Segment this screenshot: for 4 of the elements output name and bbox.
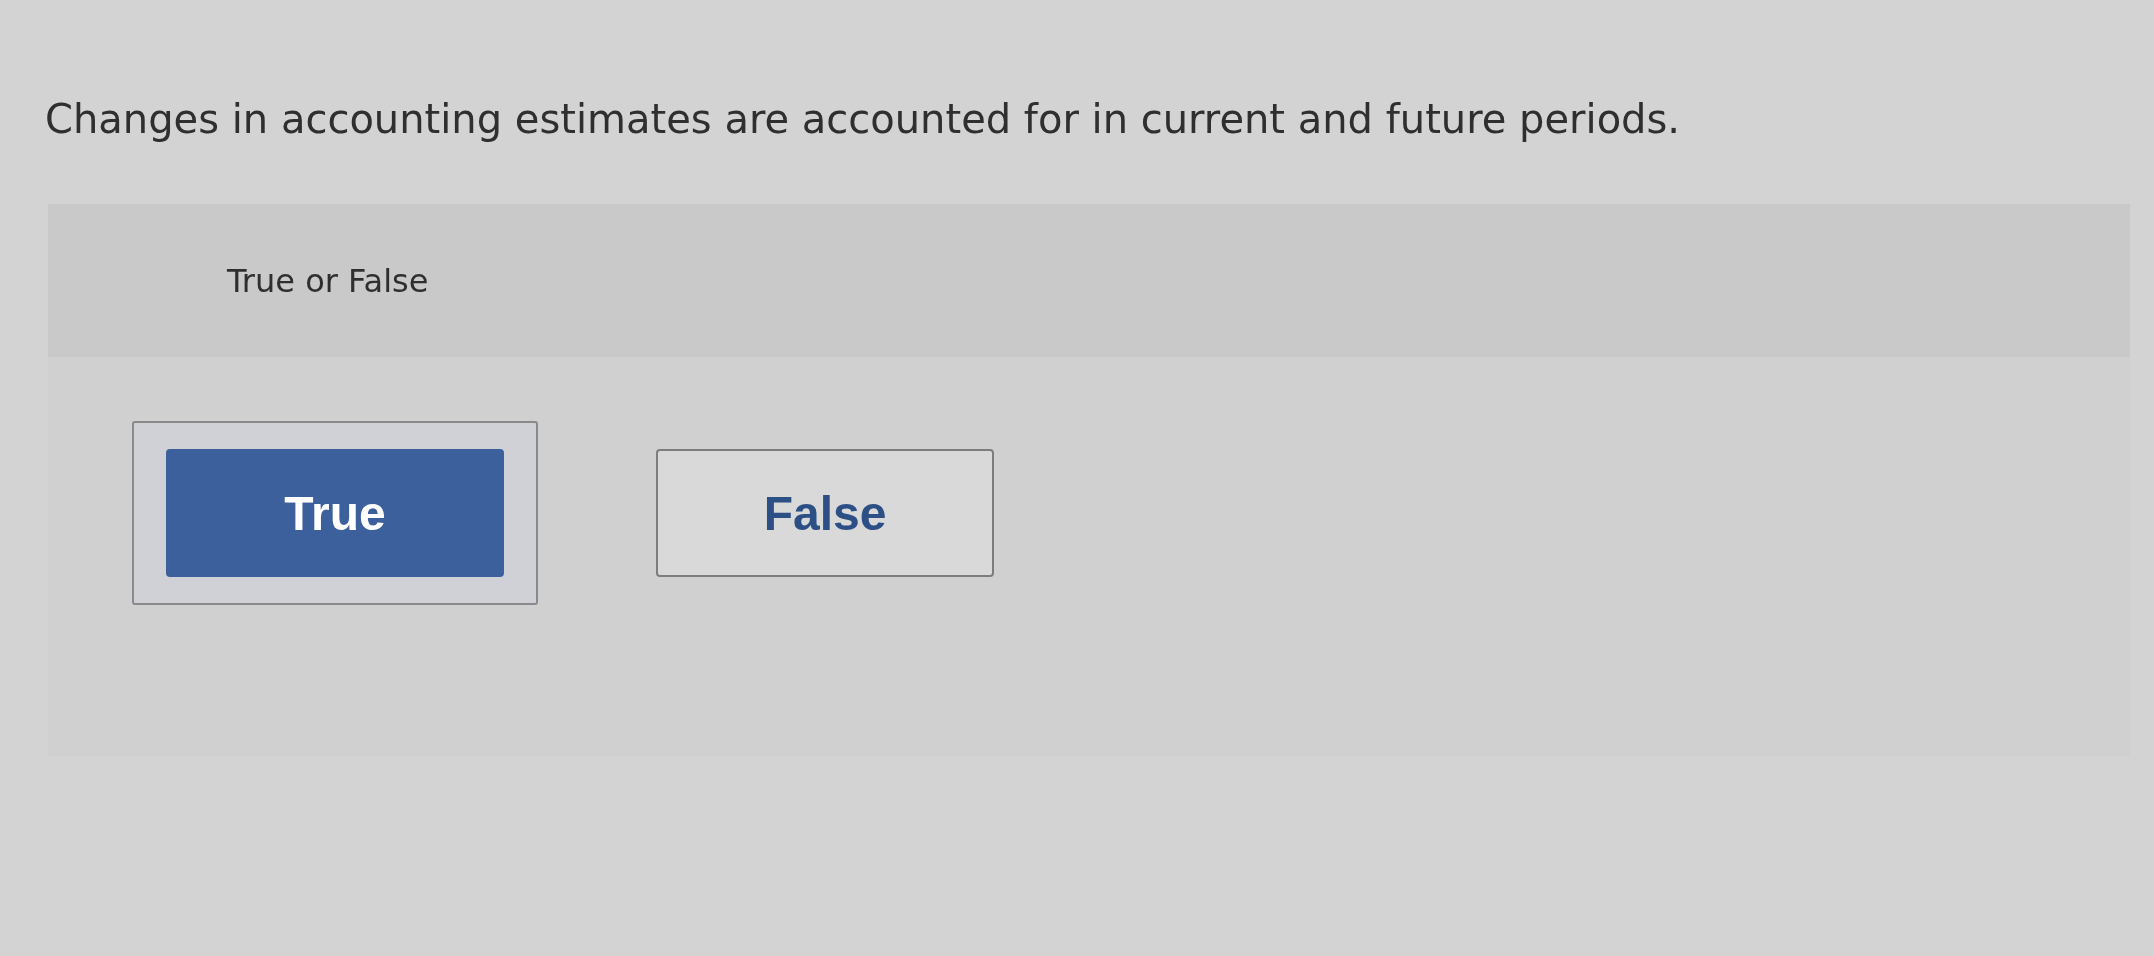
prompt-text: True or False [227,261,429,300]
question-text: Changes in accounting estimates are accounted for in current and future periods. [44,95,1682,144]
answer-button[interactable]: False [656,449,994,577]
answer-button[interactable]: True [166,449,504,577]
